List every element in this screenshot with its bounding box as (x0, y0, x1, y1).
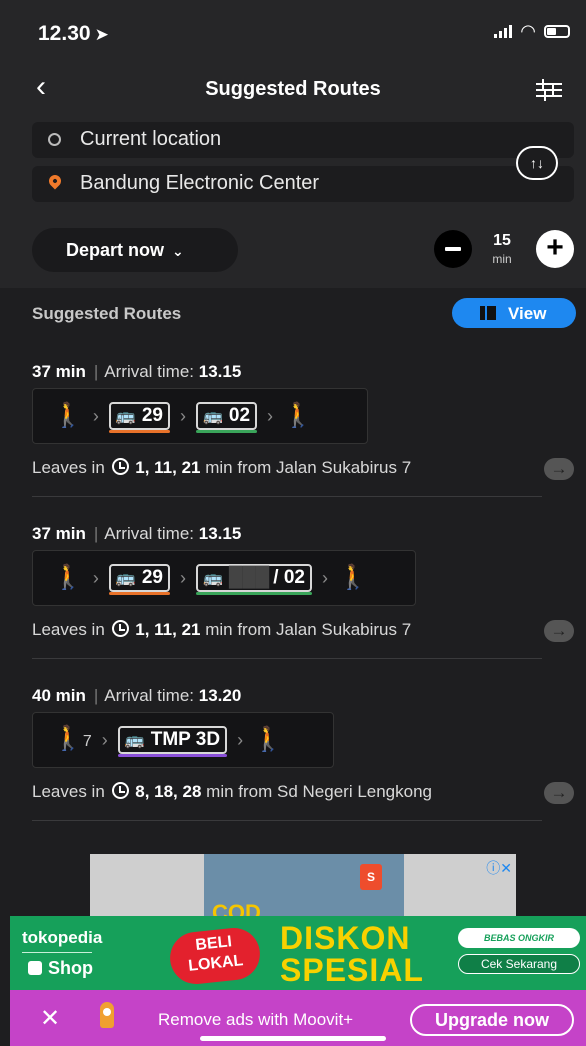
free-shipping-badge: BEBAS ONGKIR (458, 928, 580, 948)
minus-button[interactable] (434, 230, 472, 268)
time-stepper: 15 min + (434, 230, 574, 270)
bus-icon: 🚌 (202, 570, 223, 587)
upgrade-now-button[interactable]: Upgrade now (410, 1004, 574, 1036)
divider (32, 496, 542, 497)
map-icon (480, 306, 496, 320)
route-header: 37 min | Arrival time: 13.15 (32, 362, 242, 381)
clock-icon (111, 620, 129, 637)
view-map-button[interactable]: View (452, 298, 576, 328)
shopee-logo: S (360, 864, 382, 890)
bus-chip: 🚌 TMP 3D (117, 726, 228, 757)
bus-icon: 🚌 (115, 570, 136, 587)
origin-text: Current location (80, 128, 222, 150)
origin-field[interactable]: Current location (32, 122, 574, 158)
nav-bar: ‹ Suggested Routes (0, 68, 586, 112)
clock-icon (111, 458, 129, 475)
destination-text: Bandung Electronic Center (80, 172, 320, 194)
shop-bag-icon (28, 961, 42, 975)
depart-now-button[interactable]: Depart now ⌄ (32, 228, 238, 272)
signal-icon (494, 24, 513, 38)
arrow-right-icon[interactable]: → (544, 620, 574, 642)
rocket-icon (100, 1002, 114, 1028)
ad-info-close-icon[interactable]: ⓘ✕ (486, 858, 512, 878)
plus-button[interactable]: + (536, 230, 574, 268)
status-icons: ◠ (494, 21, 570, 41)
chevron-down-icon: ⌄ (172, 243, 184, 259)
bus-icon: 🚌 (115, 408, 136, 425)
route-steps: 🚶 › 🚌 29 › 🚌 02 › 🚶 (32, 388, 368, 444)
screen: 12.30 ➤ ◠ ‹ Suggested Routes Current loca… (0, 0, 586, 1046)
stepper-unit: min (492, 252, 512, 266)
departure-info: Leaves in 1, 11, 21 min from Jalan Sukab… (32, 458, 412, 477)
walk-icon: 🚶 (337, 564, 368, 591)
bus-icon: 🚌 (124, 732, 145, 749)
swap-locations-button[interactable]: ↑↓ (516, 146, 558, 180)
arrow-right-icon[interactable]: → (544, 458, 574, 480)
shop-label: Shop (28, 958, 93, 979)
route-header: 40 min | Arrival time: 13.20 (32, 686, 242, 705)
close-icon[interactable]: ✕ (40, 1004, 60, 1033)
remove-ads-text: Remove ads with Moovit+ (158, 1010, 354, 1029)
walk-icon: 🚶7 (53, 724, 92, 752)
section-title: Suggested Routes (32, 304, 182, 323)
destination-pin-icon (46, 172, 64, 190)
walk-icon: 🚶 (283, 402, 313, 429)
divider (32, 820, 542, 821)
battery-icon (544, 24, 570, 38)
page-title: Suggested Routes (205, 78, 381, 100)
stepper-value: 15 (493, 232, 511, 249)
status-time: 12.30 ➤ (38, 22, 109, 45)
bus-icon: 🚌 (202, 408, 223, 425)
route-steps: 🚶 › 🚌 29 › 🚌 ███/ 02 › 🚶 (32, 550, 416, 606)
bus-chip: 🚌 ███/ 02 (195, 564, 312, 595)
beli-lokal-badge: BELI LOKAL (167, 925, 263, 987)
route-steps: 🚶7 › 🚌 TMP 3D › 🚶 (32, 712, 334, 768)
header: 12.30 ➤ ◠ ‹ Suggested Routes Current loca… (0, 0, 586, 288)
wifi-icon: ◠ (520, 21, 536, 41)
walk-icon: 🚶 (53, 564, 83, 591)
arrow-right-icon[interactable]: → (544, 782, 574, 804)
bus-chip: 🚌 29 (108, 564, 170, 595)
departure-info: Leaves in 8, 18, 28 min from Sd Negeri L… (32, 782, 432, 801)
ad-image[interactable]: COD S ⓘ✕ (90, 854, 516, 924)
destination-field[interactable]: Bandung Electronic Center (32, 166, 574, 202)
bus-chip: 🚌 02 (195, 402, 258, 433)
walk-icon: 🚶 (253, 726, 283, 753)
tokopedia-logo: tokopedia (22, 928, 103, 947)
ad-banner[interactable]: tokopedia Shop BELI LOKAL DISKON SPESIAL … (10, 916, 586, 990)
cek-sekarang-button[interactable]: Cek Sekarang (458, 954, 580, 974)
home-indicator (200, 1036, 386, 1041)
divider (32, 658, 542, 659)
status-bar: 12.30 ➤ ◠ (0, 0, 586, 64)
origin-dot-icon (48, 133, 61, 146)
location-arrow-icon: ➤ (94, 25, 109, 44)
route-header: 37 min | Arrival time: 13.15 (32, 524, 242, 543)
bus-chip: 🚌 29 (108, 402, 170, 433)
ad-headline: DISKON SPESIAL (280, 920, 424, 988)
clock-icon (111, 782, 129, 799)
departure-info: Leaves in 1, 11, 21 min from Jalan Sukab… (32, 620, 412, 639)
walk-icon: 🚶 (53, 402, 83, 429)
sliders-icon[interactable] (536, 79, 562, 101)
